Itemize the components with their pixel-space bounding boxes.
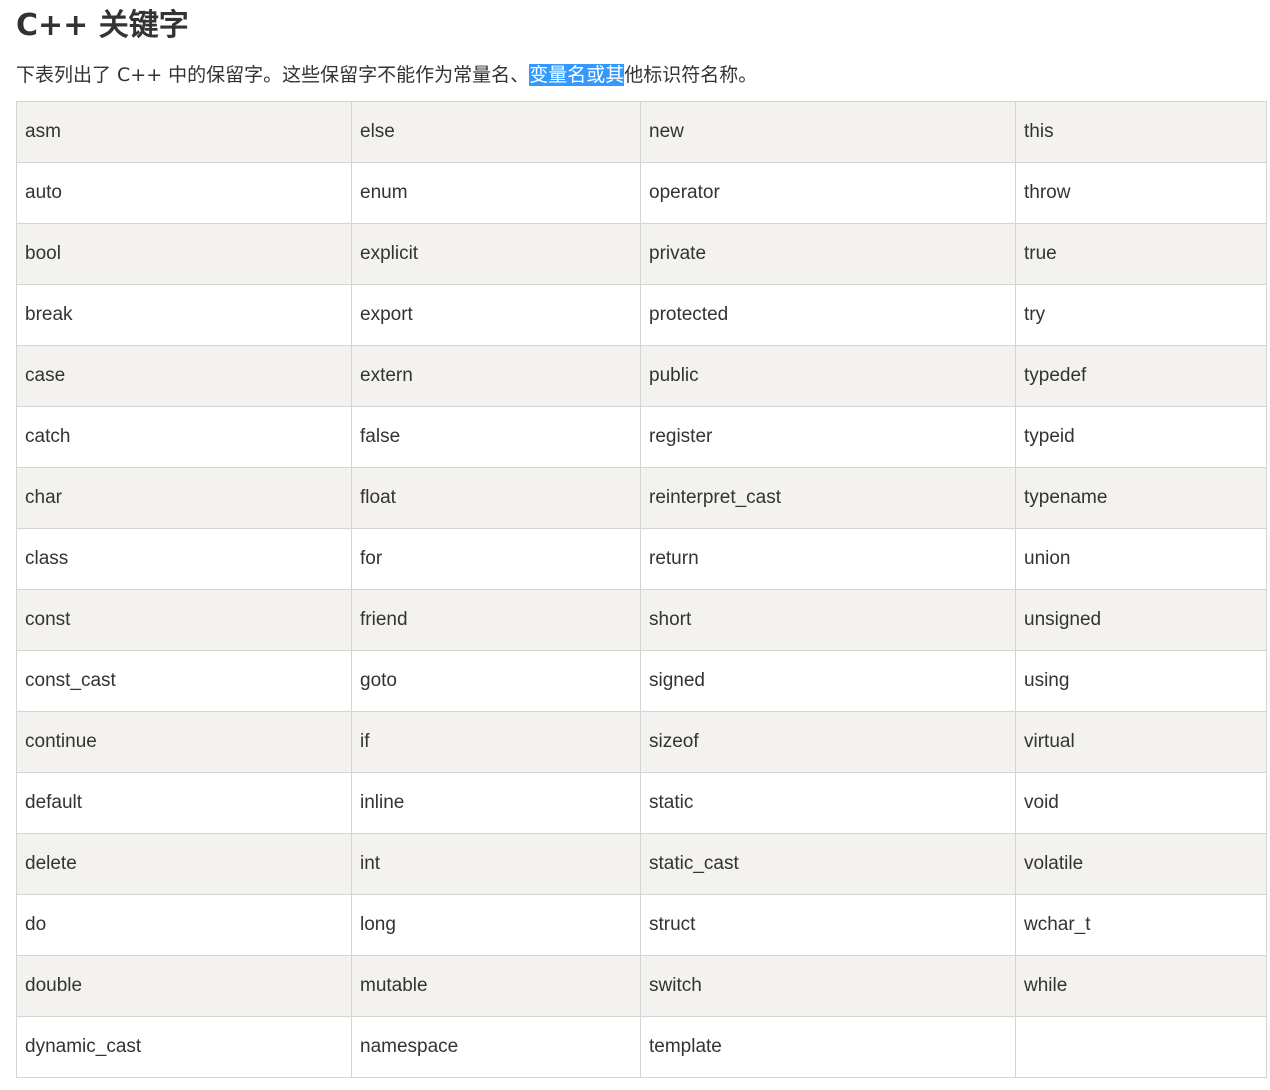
keyword-cell: union <box>1015 528 1267 590</box>
keyword-cell: inline <box>351 772 641 834</box>
keyword-cell: auto <box>16 162 352 224</box>
intro-text-rest: 他标识符名称。 <box>624 64 758 86</box>
keyword-cell: bool <box>16 223 352 285</box>
keyword-cell: private <box>640 223 1016 285</box>
intro-paragraph: 下表列出了 C++ 中的保留字。这些保留字不能作为常量名、变量名或其他标识符名称… <box>16 57 757 93</box>
keywords-table: asm else new this auto enum operator throw bool e… <box>16 101 1267 1078</box>
table-row: bool explicit private true <box>16 223 1267 285</box>
keyword-cell: return <box>640 528 1016 590</box>
keyword-cell: mutable <box>351 955 641 1017</box>
keyword-cell: long <box>351 894 641 956</box>
keyword-cell: using <box>1015 650 1267 712</box>
keyword-cell: class <box>16 528 352 590</box>
keyword-cell: typeid <box>1015 406 1267 468</box>
keyword-cell: if <box>351 711 641 773</box>
keyword-cell: short <box>640 589 1016 651</box>
table-row: delete int static_cast volatile <box>16 833 1267 895</box>
keyword-cell: template <box>640 1016 1016 1078</box>
keywords-table-body: asm else new this auto enum operator throw bool e… <box>16 101 1267 1078</box>
keyword-cell <box>1015 1016 1267 1078</box>
keyword-cell: protected <box>640 284 1016 346</box>
keyword-cell: export <box>351 284 641 346</box>
keyword-cell: do <box>16 894 352 956</box>
keyword-cell: new <box>640 101 1016 163</box>
keyword-cell: true <box>1015 223 1267 285</box>
keyword-cell: register <box>640 406 1016 468</box>
keyword-cell: extern <box>351 345 641 407</box>
table-row: dynamic_cast namespace template <box>16 1016 1267 1078</box>
keyword-cell: const_cast <box>16 650 352 712</box>
keyword-cell: for <box>351 528 641 590</box>
table-row: char float reinterpret_cast typename <box>16 467 1267 529</box>
table-row: auto enum operator throw <box>16 162 1267 224</box>
keyword-cell: operator <box>640 162 1016 224</box>
keyword-cell: virtual <box>1015 711 1267 773</box>
keyword-cell: dynamic_cast <box>16 1016 352 1078</box>
keyword-cell: else <box>351 101 641 163</box>
table-row: do long struct wchar_t <box>16 894 1267 956</box>
keyword-cell: default <box>16 772 352 834</box>
keyword-cell: char <box>16 467 352 529</box>
keyword-cell: this <box>1015 101 1267 163</box>
page-title: C++ 关键字 <box>16 8 189 43</box>
keyword-cell: try <box>1015 284 1267 346</box>
table-row: asm else new this <box>16 101 1267 163</box>
keyword-cell: int <box>351 833 641 895</box>
table-row: class for return union <box>16 528 1267 590</box>
keyword-cell: break <box>16 284 352 346</box>
table-row: catch false register typeid <box>16 406 1267 468</box>
keyword-cell: void <box>1015 772 1267 834</box>
table-row: const_cast goto signed using <box>16 650 1267 712</box>
keyword-cell: double <box>16 955 352 1017</box>
keyword-cell: volatile <box>1015 833 1267 895</box>
keyword-cell: catch <box>16 406 352 468</box>
keyword-cell: static <box>640 772 1016 834</box>
keyword-cell: enum <box>351 162 641 224</box>
table-row: const friend short unsigned <box>16 589 1267 651</box>
keyword-cell: continue <box>16 711 352 773</box>
keyword-cell: float <box>351 467 641 529</box>
keyword-cell: explicit <box>351 223 641 285</box>
keyword-cell: asm <box>16 101 352 163</box>
keyword-cell: public <box>640 345 1016 407</box>
keyword-cell: reinterpret_cast <box>640 467 1016 529</box>
selected-text[interactable]: 变量名或其 <box>529 64 625 86</box>
keyword-cell: throw <box>1015 162 1267 224</box>
keyword-cell: namespace <box>351 1016 641 1078</box>
keyword-cell: static_cast <box>640 833 1016 895</box>
keyword-cell: unsigned <box>1015 589 1267 651</box>
keyword-cell: delete <box>16 833 352 895</box>
keyword-cell: wchar_t <box>1015 894 1267 956</box>
keyword-cell: struct <box>640 894 1016 956</box>
intro-text: 下表列出了 C++ 中的保留字。这些保留字不能作为常量名、 <box>16 64 530 86</box>
keyword-cell: switch <box>640 955 1016 1017</box>
table-row: break export protected try <box>16 284 1267 346</box>
table-row: default inline static void <box>16 772 1267 834</box>
keyword-cell: case <box>16 345 352 407</box>
table-row: continue if sizeof virtual <box>16 711 1267 773</box>
table-row: double mutable switch while <box>16 955 1267 1017</box>
table-row: case extern public typedef <box>16 345 1267 407</box>
keyword-cell: goto <box>351 650 641 712</box>
keyword-cell: typedef <box>1015 345 1267 407</box>
keyword-cell: false <box>351 406 641 468</box>
keyword-cell: friend <box>351 589 641 651</box>
keyword-cell: signed <box>640 650 1016 712</box>
keyword-cell: while <box>1015 955 1267 1017</box>
keyword-cell: const <box>16 589 352 651</box>
keyword-cell: typename <box>1015 467 1267 529</box>
keyword-cell: sizeof <box>640 711 1016 773</box>
